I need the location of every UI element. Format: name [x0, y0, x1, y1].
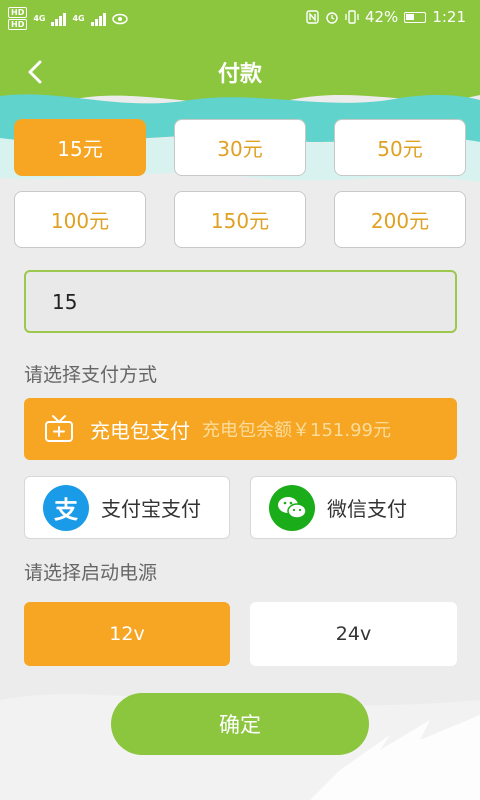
charge-pack-balance: 充电包余额￥151.99元	[202, 420, 391, 441]
network-type-1: 4G	[33, 14, 46, 23]
amount-input[interactable]: 15	[24, 270, 457, 333]
signal-icon-2	[90, 12, 106, 26]
alipay-icon: 支	[43, 484, 89, 531]
chevron-left-icon	[28, 60, 42, 84]
wechat-pay-label: 微信支付	[327, 497, 407, 521]
amount-option-200[interactable]: 200元	[334, 191, 466, 248]
confirm-button[interactable]: 确定	[111, 693, 369, 755]
hd-indicator: HD HD	[8, 7, 28, 30]
amount-option-150[interactable]: 150元	[174, 191, 306, 248]
alipay-button[interactable]: 支 支付宝支付	[24, 476, 230, 539]
signal-icon	[51, 12, 67, 26]
back-button[interactable]	[22, 54, 52, 94]
wechat-pay-button[interactable]: 微信支付	[250, 476, 457, 539]
eye-icon	[111, 13, 128, 24]
battery-percent: 42%	[364, 8, 399, 26]
charge-pack-pay-button[interactable]: 充电包支付 充电包余额￥151.99元	[24, 398, 457, 460]
power-option-24v[interactable]: 24v	[250, 602, 457, 666]
status-time: 1:21	[432, 8, 466, 26]
payment-method-label: 请选择支付方式	[24, 364, 158, 386]
power-option-12v[interactable]: 12v	[24, 602, 230, 666]
power-source-label: 请选择启动电源	[24, 562, 158, 584]
network-type-2: 4G	[72, 14, 85, 23]
nfc-icon	[306, 10, 319, 24]
battery-icon	[404, 11, 427, 23]
tv-icon	[45, 415, 73, 442]
amount-option-30[interactable]: 30元	[174, 119, 306, 176]
status-bar: HD HD 4G 4G 42% 1:21	[0, 0, 480, 36]
amount-option-15[interactable]: 15元	[14, 119, 146, 176]
amount-option-100[interactable]: 100元	[14, 191, 146, 248]
alarm-icon	[326, 12, 338, 24]
wechat-icon	[269, 484, 315, 531]
alipay-label: 支付宝支付	[101, 497, 201, 521]
amount-option-50[interactable]: 50元	[334, 119, 466, 176]
charge-pack-pay-label: 充电包支付	[90, 418, 190, 443]
vibrate-icon	[345, 10, 359, 24]
